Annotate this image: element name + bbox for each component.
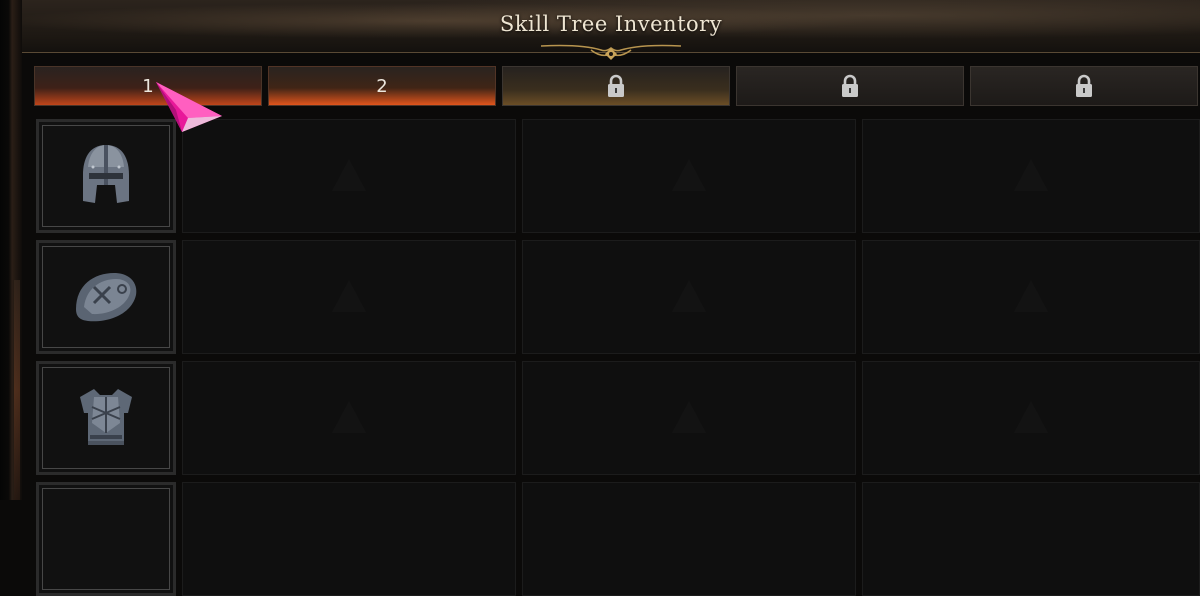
empty-slot-icon <box>672 159 706 191</box>
empty-slot[interactable] <box>182 361 516 475</box>
empty-slot[interactable] <box>182 482 516 596</box>
helmet-icon <box>83 145 129 203</box>
panel-title: Skill Tree Inventory <box>499 12 723 36</box>
empty-slot[interactable] <box>862 482 1200 596</box>
left-edge-background <box>0 0 22 500</box>
empty-slot[interactable] <box>862 361 1200 475</box>
empty-slot[interactable] <box>522 361 856 475</box>
shoulder-pad-icon <box>76 273 137 322</box>
empty-slot[interactable] <box>182 119 516 233</box>
cursor-pointer-icon <box>156 82 222 132</box>
chest-slot[interactable] <box>36 361 176 475</box>
empty-slot[interactable] <box>862 240 1200 354</box>
shoulder-slot[interactable] <box>36 240 176 354</box>
lock-icon <box>1076 74 1092 97</box>
panel-header: Skill Tree Inventory <box>22 0 1200 60</box>
empty-slot[interactable] <box>522 482 856 596</box>
empty-slot-icon <box>332 280 366 312</box>
header-ornament-icon <box>540 44 682 60</box>
tab-5-locked[interactable] <box>970 66 1198 106</box>
tab-label: 2 <box>376 75 388 97</box>
equipment-slot[interactable] <box>36 482 176 596</box>
empty-slot-icon <box>672 401 706 433</box>
empty-slot-icon <box>332 159 366 191</box>
empty-slot-icon <box>332 401 366 433</box>
empty-slot-icon <box>1014 159 1048 191</box>
tab-4-locked[interactable] <box>736 66 964 106</box>
lock-icon <box>842 74 858 97</box>
lock-icon <box>608 74 624 97</box>
tab-3-locked[interactable] <box>502 66 730 106</box>
empty-slot-icon <box>1014 401 1048 433</box>
chest-armor-icon <box>80 389 132 445</box>
empty-slot[interactable] <box>522 119 856 233</box>
tab-2[interactable]: 2 <box>268 66 496 106</box>
empty-slot[interactable] <box>522 240 856 354</box>
empty-slot-icon <box>672 280 706 312</box>
inventory-grid <box>34 116 1200 596</box>
empty-slot[interactable] <box>862 119 1200 233</box>
empty-slot-icon <box>1014 280 1048 312</box>
empty-slot[interactable] <box>182 240 516 354</box>
